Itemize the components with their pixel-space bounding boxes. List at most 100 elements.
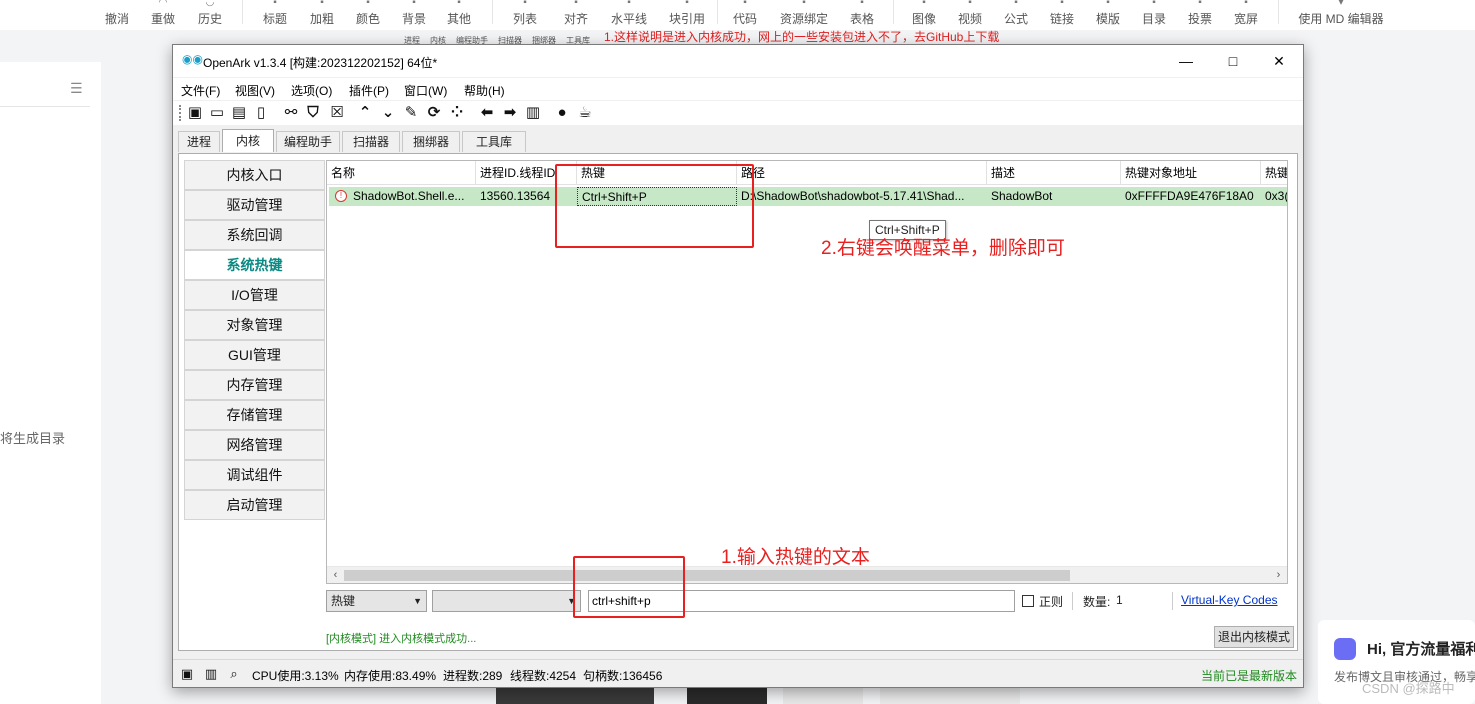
back-icon[interactable]: ⬅ (478, 104, 496, 122)
regex-label: 正则 (1039, 595, 1064, 609)
link-button[interactable]: ▪ 链接 (1049, 0, 1075, 30)
formula-button[interactable]: ▪ 公式 (1003, 0, 1029, 30)
wrench-icon[interactable]: ✎ (402, 104, 420, 122)
vote-button[interactable]: ▪ 投票 (1187, 0, 1213, 30)
hotkey-highlight-box (555, 164, 754, 248)
shield-icon[interactable]: ⛉ (304, 104, 322, 122)
export-icon[interactable]: ▯ (252, 104, 270, 122)
forward-icon[interactable]: ➡ (501, 104, 519, 122)
tab-scanner[interactable]: 扫描器 (342, 131, 400, 152)
exit-kernel-mode-button[interactable]: 退出内核模式 (1214, 626, 1294, 648)
undo-button[interactable]: ⌒ 撤消 (104, 0, 130, 30)
tab-bundler[interactable]: 捆绑器 (402, 131, 460, 152)
maximize-button[interactable]: □ (1210, 45, 1256, 77)
bold-button[interactable]: ▪ 加粗 (309, 0, 335, 30)
blockquote-button[interactable]: ▪ 块引用 (668, 0, 706, 30)
console-icon[interactable]: ▣ (179, 666, 195, 682)
image-button[interactable]: ▪ 图像 (911, 0, 937, 30)
handle-count: 句柄数:136456 (583, 669, 663, 683)
video-button[interactable]: ▪ 视频 (957, 0, 983, 30)
scroll-right-icon[interactable]: › (1270, 567, 1287, 583)
heading-button[interactable]: ▪ 标题 (262, 0, 288, 30)
color-button[interactable]: ▪ 颜色 (355, 0, 381, 30)
title-bar[interactable]: ◉◉ OpenArk v1.3.4 [构建:202312202152] 64位*… (173, 45, 1303, 77)
open-folder-icon[interactable]: ▭ (208, 104, 226, 122)
hotkey-table: 名称 进程ID.线程ID 热键 路径 描述 热键对象地址 热键 ! Shadow… (326, 160, 1288, 584)
field-select[interactable]: 热键 ▼ (326, 590, 427, 612)
resource-bind-button[interactable]: ▪ 资源绑定 (778, 0, 830, 30)
up-icon[interactable]: ⌃ (356, 104, 374, 122)
down-icon[interactable]: ⌄ (379, 104, 397, 122)
nav-startup-manager[interactable]: 启动管理 (184, 490, 325, 520)
link-icon[interactable]: ⚯ (282, 104, 300, 122)
other-button[interactable]: ▪ 其他 (446, 0, 472, 30)
nav-debug-components[interactable]: 调试组件 (184, 460, 325, 490)
column-name[interactable]: 名称 (327, 161, 476, 185)
notification-title: Hi, 官方流量福利 (1367, 641, 1475, 658)
process-count: 进程数:289 (443, 669, 503, 683)
tab-kernel[interactable]: 内核 (222, 129, 274, 152)
regex-checkbox[interactable] (1022, 595, 1034, 607)
hr-button[interactable]: ▪ 水平线 (610, 0, 648, 30)
list-button[interactable]: ▪ 列表 (512, 0, 538, 30)
nav-driver-manager[interactable]: 驱动管理 (184, 190, 325, 220)
nav-storage-manager[interactable]: 存储管理 (184, 400, 325, 430)
virtual-key-codes-link[interactable]: Virtual-Key Codes (1181, 593, 1278, 607)
save-icon[interactable]: ▤ (230, 104, 248, 122)
cpu-usage: CPU使用:3.13% (252, 669, 339, 683)
history-button[interactable]: ◡ 历史 (197, 0, 223, 30)
widescreen-button[interactable]: ▪ 宽屏 (1233, 0, 1259, 30)
tab-toolkit[interactable]: 工具库 (462, 131, 526, 152)
background-button[interactable]: ▪ 背景 (401, 0, 427, 30)
menu-view[interactable]: 视图(V) (235, 82, 275, 99)
count-label: 数量: (1083, 595, 1111, 609)
scroll-thumb[interactable] (344, 570, 1070, 581)
toc-button[interactable]: ▪ 目录 (1141, 0, 1167, 30)
column-hotkey-extra[interactable]: 热键 (1261, 161, 1287, 185)
redo-button[interactable]: ◠ 重做 (150, 0, 176, 30)
menu-file[interactable]: 文件(F) (181, 82, 220, 99)
column-description[interactable]: 描述 (987, 161, 1121, 185)
github-icon[interactable]: ● (553, 104, 571, 122)
thumbnail (783, 686, 863, 704)
toc-menu-icon[interactable]: ☰ (70, 80, 83, 97)
nav-kernel-entry[interactable]: 内核入口 (184, 160, 325, 190)
menu-help[interactable]: 帮助(H) (464, 82, 505, 99)
close-button[interactable]: ✕ (1256, 45, 1302, 77)
bot-icon (1334, 638, 1356, 660)
align-button[interactable]: ▪ 对齐 (563, 0, 589, 30)
tab-coding-helper[interactable]: 编程助手 (276, 131, 340, 152)
grid-icon[interactable]: ⁘ (448, 104, 466, 122)
console-icon[interactable]: ▣ (186, 104, 204, 122)
column-address[interactable]: 热键对象地址 (1121, 161, 1261, 185)
secondary-select[interactable]: ▼ (432, 590, 581, 612)
nav-memory-manager[interactable]: 内存管理 (184, 370, 325, 400)
search-icon[interactable]: ⌕ (226, 666, 242, 682)
template-button[interactable]: ▪ 模版 (1095, 0, 1121, 30)
coffee-icon[interactable]: ☕ (576, 104, 594, 122)
nav-system-hotkeys[interactable]: 系统热键 (184, 250, 325, 280)
thumbnail (880, 686, 1020, 704)
menu-options[interactable]: 选项(O) (291, 82, 332, 99)
menu-window[interactable]: 窗口(W) (404, 82, 447, 99)
tab-process[interactable]: 进程 (178, 131, 220, 152)
kill-icon[interactable]: ☒ (328, 104, 346, 122)
column-path[interactable]: 路径 (737, 161, 987, 185)
nav-network-manager[interactable]: 网络管理 (184, 430, 325, 460)
nav-system-callbacks[interactable]: 系统回调 (184, 220, 325, 250)
memory-usage: 内存使用:83.49% (344, 669, 437, 683)
code-button[interactable]: ▪ 代码 (732, 0, 758, 30)
map-icon[interactable]: ▥ (524, 104, 542, 122)
table-row[interactable]: ! ShadowBot.Shell.e... 13560.13564 Ctrl+… (329, 187, 1287, 206)
nav-io-manager[interactable]: I/O管理 (184, 280, 325, 310)
scroll-left-icon[interactable]: ‹ (327, 567, 344, 583)
md-editor-button[interactable]: ▾ 使用 MD 编辑器 (1296, 0, 1386, 30)
table-button[interactable]: ▪ 表格 (849, 0, 875, 30)
cell-path: D:\ShadowBot\shadowbot-5.17.41\Shad... (741, 189, 965, 203)
menu-plugins[interactable]: 插件(P) (349, 82, 389, 99)
map-icon[interactable]: ▥ (203, 666, 219, 682)
minimize-button[interactable]: — (1163, 45, 1209, 77)
nav-object-manager[interactable]: 对象管理 (184, 310, 325, 340)
refresh-icon[interactable]: ⟳ (425, 104, 443, 122)
nav-gui-manager[interactable]: GUI管理 (184, 340, 325, 370)
